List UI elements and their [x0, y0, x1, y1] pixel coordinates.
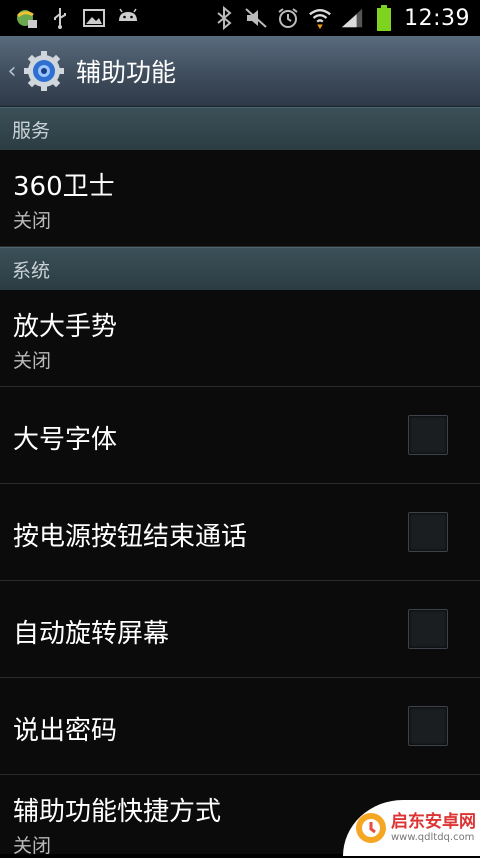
action-bar: ‹ 辅助功能 [0, 36, 480, 107]
list-item-auto-rotate[interactable]: 自动旋转屏幕 [0, 581, 480, 678]
section-header-system: 系统 [0, 247, 480, 291]
item-title: 自动旋转屏幕 [13, 619, 170, 649]
settings-gear-icon[interactable] [22, 49, 66, 93]
android-icon [116, 6, 140, 30]
item-title: 放大手势 [13, 312, 118, 342]
list-item-large-font[interactable]: 大号字体 [0, 387, 480, 484]
item-title: 说出密码 [13, 716, 118, 746]
list-item-360-guard[interactable]: 360卫士 关闭 [0, 150, 480, 247]
section-header-services: 服务 [0, 107, 480, 151]
section-label: 系统 [12, 259, 51, 282]
mute-icon [244, 6, 268, 30]
wifi-icon [308, 6, 332, 30]
speak-passwords-checkbox[interactable] [408, 706, 448, 746]
auto-rotate-checkbox[interactable] [408, 609, 448, 649]
alarm-icon [276, 6, 300, 30]
item-title: 360卫士 [13, 172, 115, 202]
item-title: 大号字体 [13, 425, 118, 455]
large-font-checkbox[interactable] [408, 415, 448, 455]
list-item-magnification-gestures[interactable]: 放大手势 关闭 [0, 290, 480, 387]
signal-icon [340, 6, 364, 30]
item-summary: 关闭 [13, 210, 52, 232]
status-bar: 12:39 [0, 0, 480, 36]
list-item-speak-passwords[interactable]: 说出密码 [0, 678, 480, 775]
back-chevron-icon[interactable]: ‹ [4, 59, 20, 84]
item-title: 按电源按钮结束通话 [13, 522, 248, 552]
list-item-power-ends-call[interactable]: 按电源按钮结束通话 [0, 484, 480, 581]
planet-notification-icon [14, 6, 38, 30]
item-summary: 关闭 [13, 350, 52, 372]
item-title: 辅助功能快捷方式 [13, 797, 222, 827]
status-time: 12:39 [404, 5, 470, 31]
usb-icon [48, 6, 72, 30]
power-ends-call-checkbox[interactable] [408, 512, 448, 552]
image-icon [82, 6, 106, 30]
page-title: 辅助功能 [76, 58, 177, 87]
bluetooth-icon [212, 6, 236, 30]
watermark-logo-icon [355, 812, 387, 844]
watermark-text: 启东安卓网 [391, 812, 476, 832]
battery-icon [372, 5, 396, 31]
watermark-url: www.qdltdq.com [391, 832, 475, 843]
section-label: 服务 [12, 119, 51, 142]
